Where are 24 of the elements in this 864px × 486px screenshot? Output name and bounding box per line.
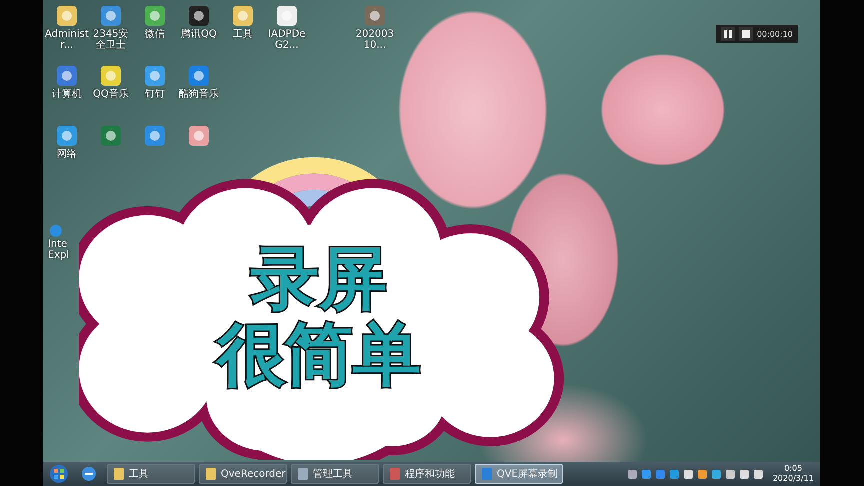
taskbar-button[interactable]: 程序和功能 (383, 464, 471, 484)
icon-label: IADPDeG2... (267, 29, 307, 51)
clock[interactable]: 0:05 2020/3/11 (766, 464, 820, 484)
icon-label: Inte Expl (48, 239, 70, 261)
slogan-text: 很简单 (217, 318, 421, 394)
icon-label: 腾讯QQ (180, 29, 218, 40)
clock-date: 2020/3/11 (772, 474, 814, 484)
icon-label: 网络 (56, 149, 78, 160)
icon-label: 工具 (232, 29, 254, 40)
recording-timer: 00:00:10 (757, 30, 793, 38)
icon-label: 计算机 (51, 89, 83, 100)
taskbar-button[interactable]: 工具 (107, 464, 195, 484)
icon-label: Administr... (45, 29, 89, 51)
icon-label: QQ音乐 (92, 89, 130, 100)
icon-label: 20200310... (354, 29, 396, 51)
icon-label: 酷狗音乐 (178, 89, 220, 100)
clock-time: 0:05 (784, 464, 802, 474)
taskbar-button[interactable]: 管理工具 (291, 464, 379, 484)
taskbar-button[interactable]: QveRecorder (199, 464, 287, 484)
slogan-text: 录屏 (251, 242, 387, 318)
icon-label: 2345安全卫士 (92, 29, 130, 51)
taskbar-button[interactable]: QVE屏幕录制 (475, 464, 563, 484)
icon-label: 钉钉 (144, 89, 166, 100)
icon-label: 微信 (144, 29, 166, 40)
